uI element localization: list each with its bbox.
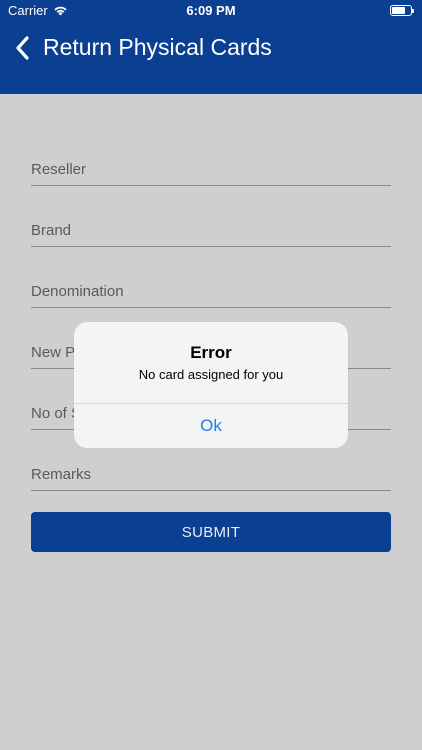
error-alert-dialog: Error No card assigned for you Ok — [74, 322, 348, 448]
alert-message: No card assigned for you — [138, 367, 284, 382]
alert-ok-button[interactable]: Ok — [74, 404, 348, 448]
alert-title: Error — [190, 343, 232, 362]
